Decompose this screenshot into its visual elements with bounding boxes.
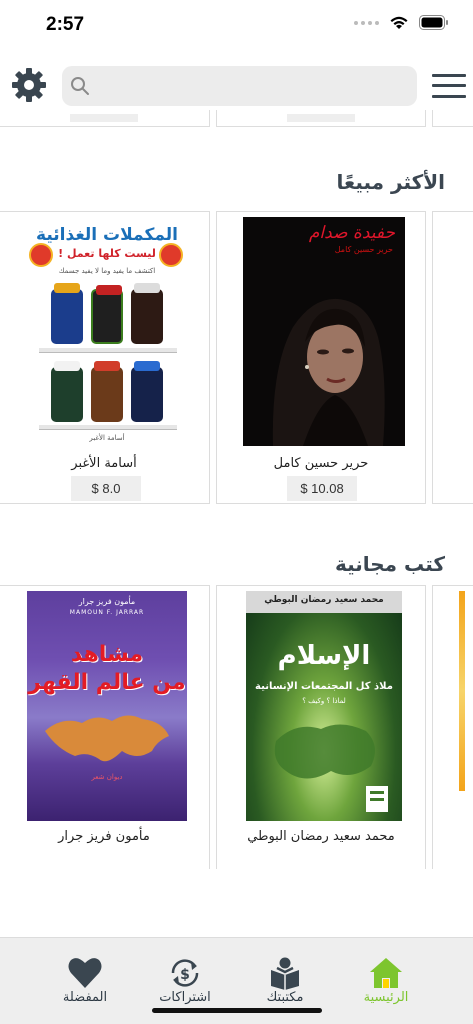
- book-author: محمد سعيد رمضان البوطي: [247, 829, 395, 844]
- heart-icon: [68, 958, 102, 988]
- top-bar: [0, 62, 473, 110]
- book-card-partial[interactable]: [216, 110, 426, 127]
- cover-jar: [131, 361, 163, 422]
- book-card-partial[interactable]: [432, 585, 473, 869]
- section-title-free-books: كتب مجانية: [334, 552, 445, 576]
- cover-author: أسامة الأغبر: [89, 434, 125, 442]
- search-bar[interactable]: [62, 66, 417, 106]
- cover-jar: [91, 361, 123, 422]
- book-cover-partial: [459, 591, 465, 791]
- cover-portrait: [272, 298, 385, 446]
- library-icon: [271, 957, 299, 990]
- book-card-partial[interactable]: [432, 110, 473, 127]
- status-bar: 2:57: [0, 0, 473, 52]
- tab-label: مكتبتك: [266, 990, 304, 1005]
- book-card[interactable]: حفيدة صدام حرير حسين كامل حرير حسين كامل…: [216, 211, 426, 504]
- previous-row-partial: [0, 110, 473, 128]
- battery-icon: [419, 15, 448, 30]
- cover-map: [274, 724, 388, 812]
- status-icons: [354, 15, 449, 30]
- wifi-icon: [390, 16, 408, 29]
- cover-jar: [51, 283, 83, 344]
- tab-favorites[interactable]: المفضلة: [35, 938, 135, 1018]
- book-author: مأمون فريز جرار: [58, 829, 150, 844]
- tab-subscriptions[interactable]: $ اشتراكات: [135, 938, 235, 1018]
- tab-library[interactable]: مكتبتك: [235, 938, 335, 1018]
- tab-label: المفضلة: [62, 990, 108, 1005]
- cover-jar: [91, 285, 123, 344]
- book-card[interactable]: محمد سعيد رمضان البوطي الإسلام ملاذ كل ا…: [216, 585, 426, 869]
- home-icon: [370, 958, 402, 988]
- tab-home[interactable]: الرئيسية: [336, 938, 436, 1018]
- book-card-partial[interactable]: [0, 110, 210, 127]
- cover-badge: [159, 243, 183, 267]
- cover-jar: [51, 361, 83, 422]
- search-icon: [71, 77, 89, 95]
- book-price: $ 8.0: [71, 476, 141, 501]
- cover-jar: [131, 283, 163, 344]
- book-card[interactable]: المكملات الغذائية ليست كلها تعمل ! اكتشف…: [0, 211, 210, 504]
- tab-label: الرئيسية: [363, 990, 409, 1005]
- book-card-partial[interactable]: [432, 211, 473, 504]
- menu-button[interactable]: [432, 72, 466, 100]
- cover-title: المكملات الغذائية: [36, 225, 178, 245]
- book-price: $ 10.08: [287, 476, 357, 501]
- book-cover: مأمون فريز جرار MAMOUN F. JARRAR مشاهد م…: [27, 591, 187, 821]
- search-input[interactable]: [98, 66, 408, 106]
- menu-icon: [432, 74, 466, 77]
- cover-badge: [29, 243, 53, 267]
- book-card[interactable]: مأمون فريز جرار MAMOUN F. JARRAR مشاهد م…: [0, 585, 210, 869]
- book-cover: حفيدة صدام حرير حسين كامل: [243, 217, 405, 446]
- subscriptions-icon: $: [171, 959, 199, 987]
- home-indicator: [152, 1008, 322, 1013]
- tab-label: اشتراكات: [159, 990, 211, 1005]
- status-time: 2:57: [46, 14, 85, 35]
- book-author: أسامة الأغبر: [71, 456, 137, 471]
- cover-tagline: اكتشف ما يفيد وما لا يفيد جسمك: [58, 267, 156, 275]
- gear-icon: [12, 68, 46, 102]
- book-author: حرير حسين كامل: [273, 456, 369, 471]
- section-title-bestsellers: الأكثر مبيعًا: [336, 170, 445, 194]
- signal-icon: [354, 20, 379, 25]
- cover-genre: ديوان شعر: [91, 773, 123, 781]
- svg-text:$: $: [180, 967, 190, 983]
- settings-button[interactable]: [10, 66, 48, 104]
- cover-map: [45, 715, 169, 762]
- book-cover: المكملات الغذائية ليست كلها تعمل ! اكتشف…: [27, 217, 187, 446]
- book-cover: محمد سعيد رمضان البوطي الإسلام ملاذ كل ا…: [246, 591, 402, 821]
